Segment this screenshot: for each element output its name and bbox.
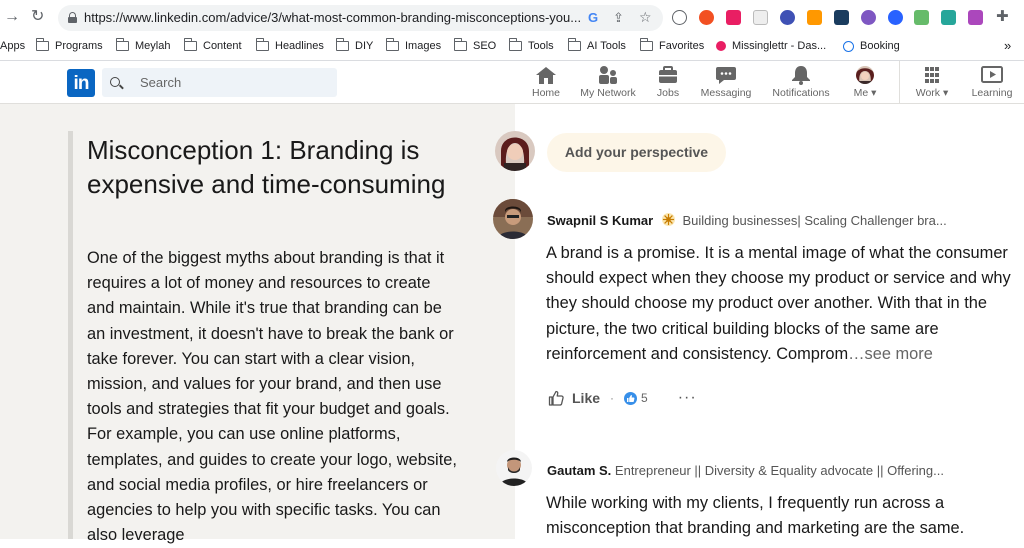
- nav-work[interactable]: Work ▾: [911, 65, 953, 99]
- nav-jobs[interactable]: Jobs: [651, 65, 685, 99]
- extension-k-icon[interactable]: [834, 10, 849, 25]
- bookmark-tools[interactable]: Tools: [509, 38, 554, 52]
- extension-grey-icon[interactable]: [753, 10, 768, 25]
- contributor-name[interactable]: Gautam S.: [547, 463, 611, 478]
- extension-shield-icon[interactable]: [807, 10, 822, 25]
- folder-icon: [640, 38, 653, 51]
- reaction-count[interactable]: 5: [641, 391, 648, 405]
- people-icon: [596, 65, 620, 85]
- folder-icon: [509, 38, 522, 51]
- puzzle-icon[interactable]: ✚: [996, 8, 1009, 26]
- folder-icon: [454, 38, 467, 51]
- bookmark-programs[interactable]: Programs: [36, 38, 103, 52]
- folder-icon: [336, 38, 349, 51]
- thumbs-up-icon[interactable]: [548, 390, 564, 406]
- lock-icon: [68, 12, 77, 23]
- search-icon: [110, 77, 120, 87]
- reaction-bar: Like · 5 ···: [548, 388, 697, 408]
- see-more-link[interactable]: …see more: [848, 345, 933, 363]
- url-text[interactable]: https://www.linkedin.com/advice/3/what-m…: [84, 10, 584, 25]
- home-icon: [534, 65, 558, 85]
- bookmark-seo[interactable]: SEO: [454, 38, 496, 52]
- nav-divider: [899, 61, 900, 104]
- extension-pink-icon[interactable]: [726, 10, 741, 25]
- nav-messaging[interactable]: Messaging: [697, 65, 755, 99]
- like-reaction-icon: [624, 391, 638, 405]
- bookmark-meylah[interactable]: Meylah: [116, 38, 170, 52]
- article-body: One of the biggest myths about branding …: [87, 249, 457, 545]
- contribution-text: While working with my clients, I frequen…: [546, 494, 965, 538]
- bookmarks-bar: Apps Programs Meylah Content Headlines D…: [0, 35, 1024, 61]
- address-bar[interactable]: https://www.linkedin.com/advice/3/what-m…: [58, 5, 663, 31]
- bookmark-star-icon[interactable]: ☆: [639, 9, 652, 26]
- nav-notifications[interactable]: Notifications: [768, 65, 834, 99]
- folder-icon: [116, 38, 129, 51]
- nav-home[interactable]: Home: [527, 65, 565, 99]
- share-icon[interactable]: ⇪: [613, 10, 624, 26]
- bookmark-booking[interactable]: Booking: [843, 40, 900, 52]
- bell-icon: [789, 65, 813, 85]
- nav-me[interactable]: Me ▾: [846, 65, 884, 99]
- extension-diamond-icon[interactable]: [888, 10, 903, 25]
- extension-cloud-icon[interactable]: [861, 10, 876, 25]
- search-input[interactable]: Search: [102, 68, 337, 97]
- add-perspective-button[interactable]: Add your perspective: [547, 133, 726, 172]
- grid-apps-icon: [920, 65, 944, 85]
- forward-arrow-icon[interactable]: →: [4, 8, 20, 26]
- folder-icon: [184, 38, 197, 51]
- contributor-header: Gautam S. Entrepreneur || Diversity & Eq…: [547, 463, 944, 478]
- browser-toolbar: → ↻ https://www.linkedin.com/advice/3/wh…: [0, 0, 1024, 35]
- contributor-avatar[interactable]: [493, 199, 533, 239]
- folder-icon: [256, 38, 269, 51]
- bookmark-apps[interactable]: Apps: [0, 40, 25, 52]
- nav-learning[interactable]: Learning: [970, 65, 1014, 99]
- top-voice-badge-icon: [661, 212, 676, 230]
- contributor-headline: Building businesses| Scaling Challenger …: [682, 213, 947, 228]
- contributor-avatar[interactable]: [496, 450, 532, 486]
- play-screen-icon: [980, 65, 1004, 85]
- more-options-icon[interactable]: ···: [678, 390, 697, 406]
- article-accent-bar: [68, 131, 73, 539]
- more-bookmarks-chevron[interactable]: »: [1004, 38, 1011, 53]
- search-placeholder: Search: [140, 75, 182, 90]
- extension-green-icon[interactable]: [914, 10, 929, 25]
- bookmark-diy[interactable]: DIY: [336, 38, 373, 52]
- like-button[interactable]: Like: [572, 390, 600, 406]
- folder-icon: [386, 38, 399, 51]
- reload-icon[interactable]: ↻: [31, 8, 44, 26]
- linkedin-global-nav: in Search Home My Network Jobs Messaging: [0, 61, 1024, 104]
- contributor-header: Swapnil S Kumar Building businesses| Sca…: [547, 212, 947, 230]
- missinglettr-icon: [716, 41, 726, 51]
- nav-my-network[interactable]: My Network: [577, 65, 639, 99]
- bookmark-favorites[interactable]: Favorites: [640, 38, 704, 52]
- bookmark-headlines[interactable]: Headlines: [256, 38, 324, 52]
- contribution-text: A brand is a promise. It is a mental ima…: [546, 244, 1011, 363]
- extension-orange-icon[interactable]: [699, 10, 714, 25]
- folder-icon: [36, 38, 49, 51]
- extension-purple-icon[interactable]: [968, 10, 983, 25]
- separator-dot: ·: [610, 391, 615, 405]
- bookmark-images[interactable]: Images: [386, 38, 441, 52]
- briefcase-icon: [656, 65, 680, 85]
- linkedin-logo[interactable]: in: [67, 69, 95, 97]
- bookmark-missinglettr[interactable]: Missinglettr - Das...: [716, 40, 826, 52]
- extension-compass-icon[interactable]: [672, 10, 687, 25]
- bookmark-content[interactable]: Content: [184, 38, 242, 52]
- article-title: Misconception 1: Branding is expensive a…: [87, 135, 446, 199]
- extension-gear-blue-icon[interactable]: [780, 10, 795, 25]
- google-lens-icon[interactable]: G: [588, 10, 598, 25]
- folder-icon: [568, 38, 581, 51]
- profile-avatar-icon: [853, 65, 877, 85]
- bookmark-ai-tools[interactable]: AI Tools: [568, 38, 626, 52]
- contributor-headline: Entrepreneur || Diversity & Equality adv…: [614, 463, 944, 478]
- booking-icon: [843, 40, 854, 52]
- message-bubble-icon: [714, 65, 738, 85]
- extension-at-icon[interactable]: [941, 10, 956, 25]
- my-avatar[interactable]: [495, 131, 535, 171]
- contributor-name[interactable]: Swapnil S Kumar: [547, 213, 653, 228]
